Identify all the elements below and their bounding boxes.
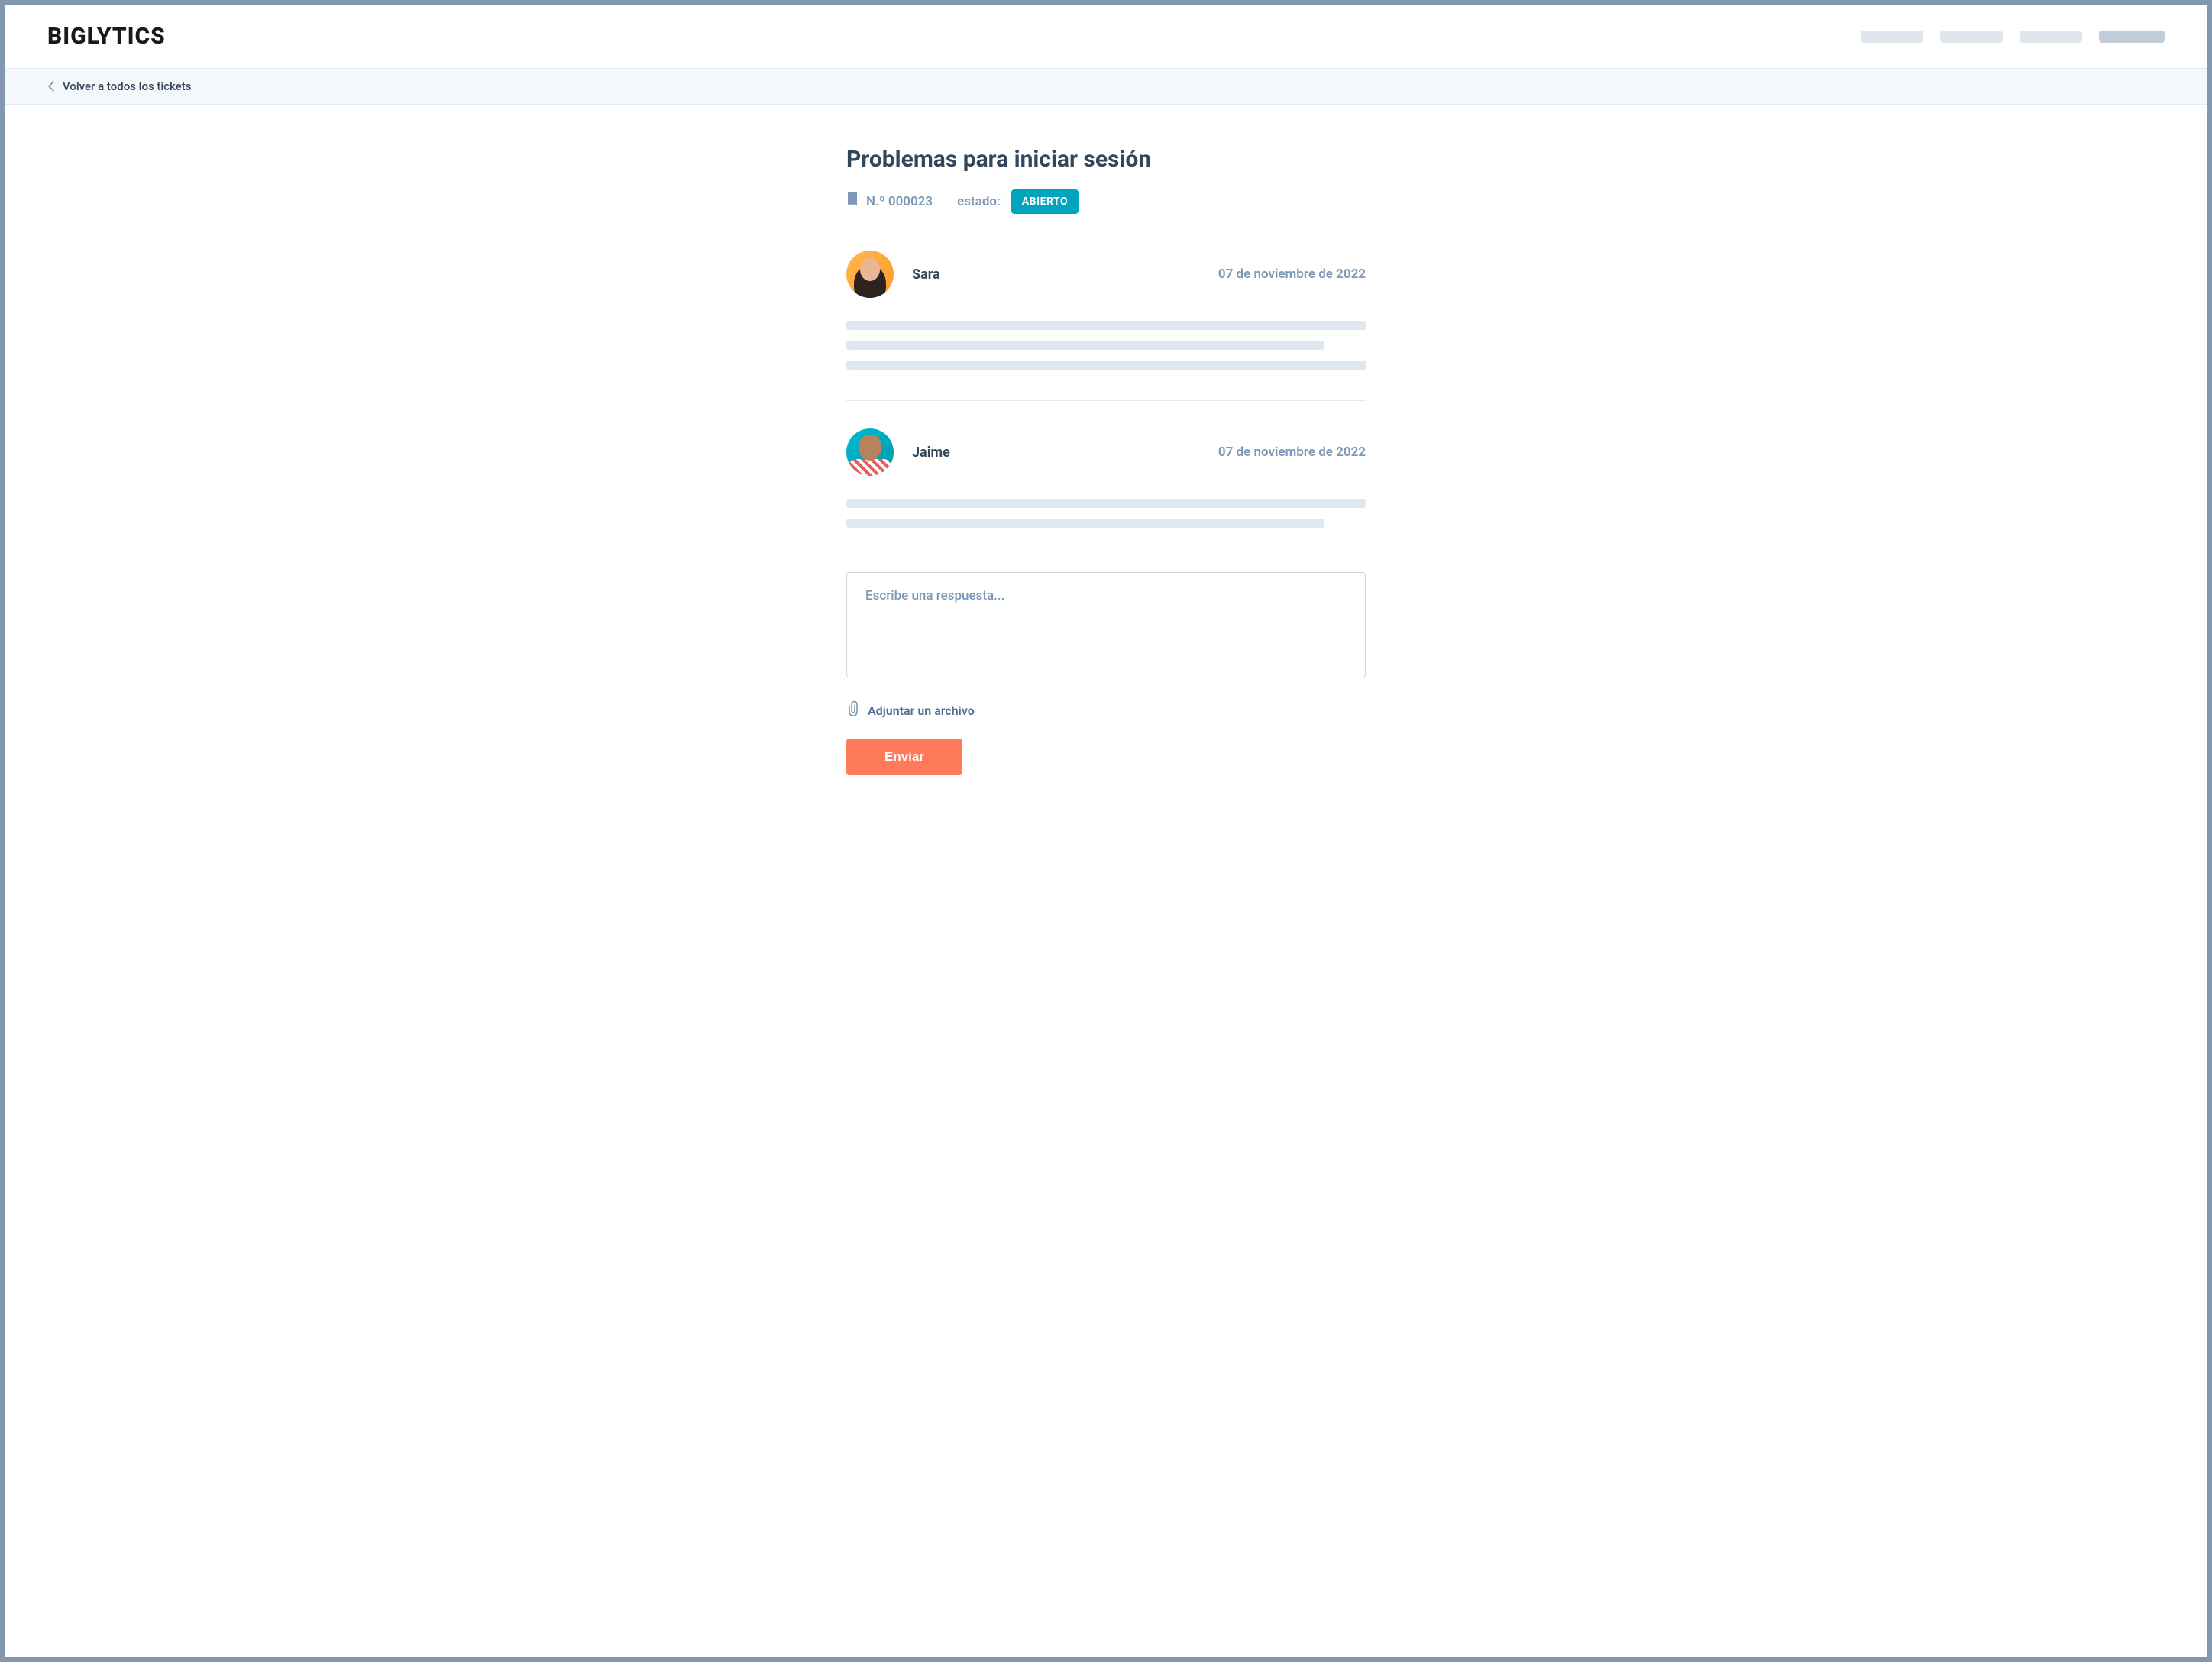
message-body-placeholder (846, 321, 1366, 370)
text-placeholder-line (846, 519, 1324, 528)
ticket-number: N.º 000023 (846, 192, 933, 212)
nav-menu (1861, 31, 2165, 43)
message: Sara 07 de noviembre de 2022 (846, 251, 1366, 370)
logo: BIGLYTICS (47, 23, 166, 50)
ticket-title: Problemas para iniciar sesión (846, 146, 1366, 173)
message-date: 07 de noviembre de 2022 (1218, 267, 1366, 282)
chevron-left-icon (47, 81, 55, 92)
ticket-icon (846, 192, 859, 212)
text-placeholder-line (846, 321, 1366, 330)
breadcrumb-bar: Volver a todos los tickets (5, 69, 2207, 105)
text-placeholder-line (846, 341, 1324, 350)
message-header: Sara 07 de noviembre de 2022 (846, 251, 1366, 298)
header: BIGLYTICS (5, 5, 2207, 69)
author-name: Sara (912, 267, 940, 283)
ticket-number-text: N.º 000023 (866, 194, 933, 209)
avatar (846, 428, 894, 476)
attach-file-button[interactable]: Adjuntar un archivo (846, 700, 1366, 720)
divider (846, 400, 1366, 401)
submit-button[interactable]: Enviar (846, 739, 962, 775)
message-header: Jaime 07 de noviembre de 2022 (846, 428, 1366, 476)
text-placeholder-line (846, 361, 1366, 370)
ticket-content: Problemas para iniciar sesión N.º 000023… (831, 105, 1381, 806)
ticket-status-label: estado: (957, 194, 1001, 209)
message: Jaime 07 de noviembre de 2022 (846, 428, 1366, 528)
paperclip-icon (846, 700, 859, 720)
attach-file-label: Adjuntar un archivo (868, 703, 975, 718)
back-link[interactable]: Volver a todos los tickets (63, 79, 192, 93)
app-frame: BIGLYTICS Volver a todos los tickets Pro… (5, 5, 2207, 1657)
text-placeholder-line (846, 499, 1366, 508)
reply-textarea[interactable] (846, 572, 1366, 677)
nav-item-placeholder[interactable] (2020, 31, 2082, 43)
nav-item-placeholder[interactable] (2099, 31, 2165, 43)
ticket-status-group: estado: ABIERTO (957, 189, 1079, 214)
nav-item-placeholder[interactable] (1940, 31, 2003, 43)
status-badge: ABIERTO (1011, 189, 1079, 214)
message-body-placeholder (846, 499, 1366, 528)
nav-item-placeholder[interactable] (1861, 31, 1923, 43)
message-date: 07 de noviembre de 2022 (1218, 445, 1366, 460)
ticket-meta: N.º 000023 estado: ABIERTO (846, 189, 1366, 214)
avatar (846, 251, 894, 298)
author-name: Jaime (912, 445, 950, 461)
